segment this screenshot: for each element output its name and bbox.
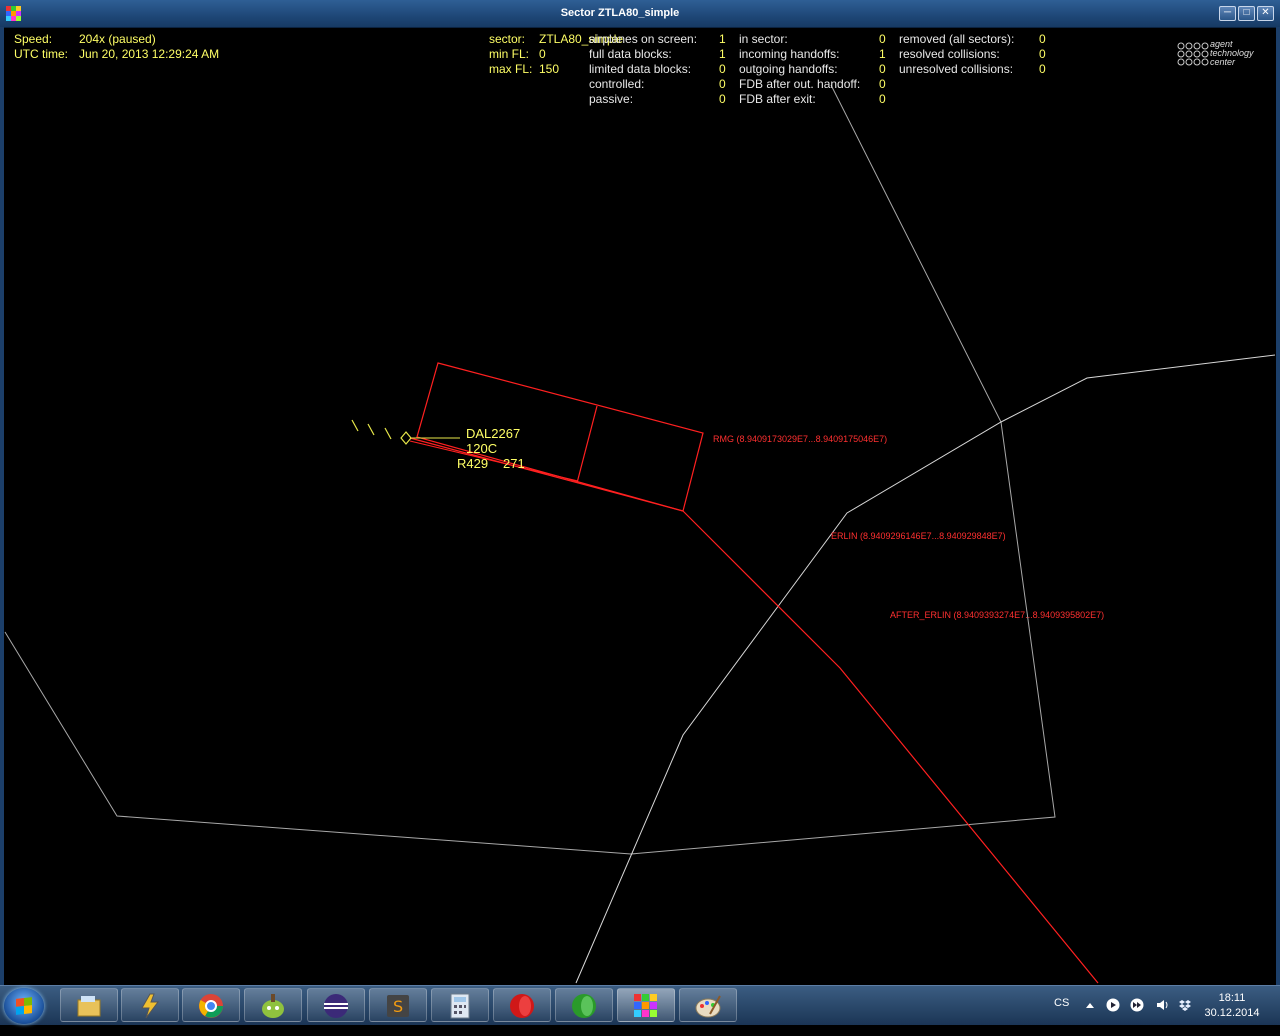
stat-label: resolved collisions: <box>899 47 1000 61</box>
eclipse-icon <box>324 994 348 1018</box>
taskbar-eclipse[interactable] <box>307 988 365 1022</box>
stat-label: full data blocks: <box>589 47 672 61</box>
stat-label: FDB after out. handoff: <box>739 77 861 91</box>
winamp-icon <box>141 993 159 1019</box>
stat-value: 0 <box>879 92 886 106</box>
stat-label: removed (all sectors): <box>899 32 1015 46</box>
explorer-icon <box>77 996 101 1017</box>
windows-logo-icon <box>16 997 32 1015</box>
stat-label: limited data blocks: <box>589 62 692 76</box>
taskbar-sublime[interactable]: S <box>369 988 427 1022</box>
stat-label: passive: <box>589 92 634 106</box>
chrome-icon <box>199 994 223 1018</box>
system-clock[interactable]: 18:11 30.12.2014 <box>1200 991 1264 1021</box>
utc-value: Jun 20, 2013 12:29:24 AM <box>79 47 220 61</box>
history-trail-mark <box>367 423 375 436</box>
min-fl-value: 0 <box>539 47 546 61</box>
taskbar-green-app[interactable] <box>555 988 613 1022</box>
aircraft-speed: 271 <box>503 456 525 471</box>
logo-text: center <box>1210 57 1236 67</box>
max-fl-label: max FL: <box>489 62 533 76</box>
aircraft-callsign[interactable]: DAL2267 <box>466 426 520 441</box>
aircraft-symbol <box>400 431 412 445</box>
stat-value: 0 <box>719 77 726 91</box>
route-line <box>409 437 1099 984</box>
stat-value: 1 <box>719 47 726 61</box>
waypoint-label-rmg: RMG (8.9409173029E7...8.9409175046E7) <box>713 434 888 444</box>
taskbar-red-app[interactable] <box>493 988 551 1022</box>
stat-label: unresolved collisions: <box>899 62 1014 76</box>
svg-text:S: S <box>393 997 403 1016</box>
flight-data-block-divider <box>576 405 598 484</box>
stat-value: 0 <box>879 32 886 46</box>
taskbar-paint[interactable] <box>679 988 737 1022</box>
history-trail-mark <box>384 427 392 440</box>
stat-value: 0 <box>719 92 726 106</box>
stat-value: 1 <box>719 32 726 46</box>
atc-app-icon <box>634 994 657 1017</box>
radar-display[interactable] <box>0 0 1280 985</box>
aircraft-route: R429 <box>457 456 489 471</box>
stat-value: 0 <box>1039 62 1046 76</box>
paint-icon <box>695 995 721 1018</box>
volume-icon[interactable] <box>1155 998 1169 1012</box>
calculator-icon <box>450 993 470 1019</box>
speed-label: Speed: <box>14 32 53 46</box>
green-app-icon <box>572 994 596 1018</box>
stat-value: 0 <box>1039 47 1046 61</box>
taskbar-atc-app[interactable] <box>617 988 675 1022</box>
sector-label: sector: <box>489 32 526 46</box>
stat-label: controlled: <box>589 77 645 91</box>
media-play-icon[interactable] <box>1106 998 1120 1012</box>
taskbar-winamp[interactable] <box>121 988 179 1022</box>
taskbar-chrome[interactable] <box>182 988 240 1022</box>
stat-label: FDB after exit: <box>739 92 816 106</box>
stat-label: outgoing handoffs: <box>739 62 838 76</box>
stat-value: 0 <box>879 62 886 76</box>
android-sdk-icon <box>262 994 284 1018</box>
utc-label: UTC time: <box>14 47 68 61</box>
stat-value: 1 <box>879 47 886 61</box>
waypoint-label-after-erlin: AFTER_ERLIN (8.9409393274E7...8.94093958… <box>890 610 1105 620</box>
taskbar: S CS 18:11 30.12.2014 <box>0 985 1280 1025</box>
stat-label: incoming handoffs: <box>739 47 840 61</box>
language-indicator[interactable]: CS <box>1054 997 1069 1036</box>
airway-line <box>575 354 1276 984</box>
history-trail-mark <box>351 419 359 432</box>
stat-label: airplanes on screen: <box>589 32 698 46</box>
taskbar-explorer[interactable] <box>60 988 118 1022</box>
min-fl-label: min FL: <box>489 47 530 61</box>
max-fl-value: 150 <box>539 62 560 76</box>
media-next-icon[interactable] <box>1130 998 1144 1012</box>
taskbar-android-sdk[interactable] <box>244 988 302 1022</box>
agent-technology-center-logo: agent technology center <box>1176 40 1266 72</box>
record-icon <box>510 994 534 1018</box>
show-hidden-icons-icon[interactable] <box>1083 998 1097 1012</box>
stat-value: 0 <box>1039 32 1046 46</box>
start-button[interactable] <box>4 988 44 1024</box>
waypoint-label-erlin: ERLIN (8.9409296146E7...8.940929848E7) <box>831 531 1006 541</box>
speed-value: 204x (paused) <box>79 32 156 46</box>
sublime-icon: S <box>387 995 409 1017</box>
flight-data-block <box>416 362 704 512</box>
taskbar-calculator[interactable] <box>431 988 489 1022</box>
clock-date: 30.12.2014 <box>1204 1007 1260 1019</box>
stat-value: 0 <box>879 77 886 91</box>
dropbox-icon[interactable] <box>1178 998 1192 1012</box>
aircraft-altitude: 120C <box>466 441 498 456</box>
stat-label: in sector: <box>739 32 788 46</box>
clock-time: 18:11 <box>1218 992 1246 1004</box>
stat-value: 0 <box>719 62 726 76</box>
